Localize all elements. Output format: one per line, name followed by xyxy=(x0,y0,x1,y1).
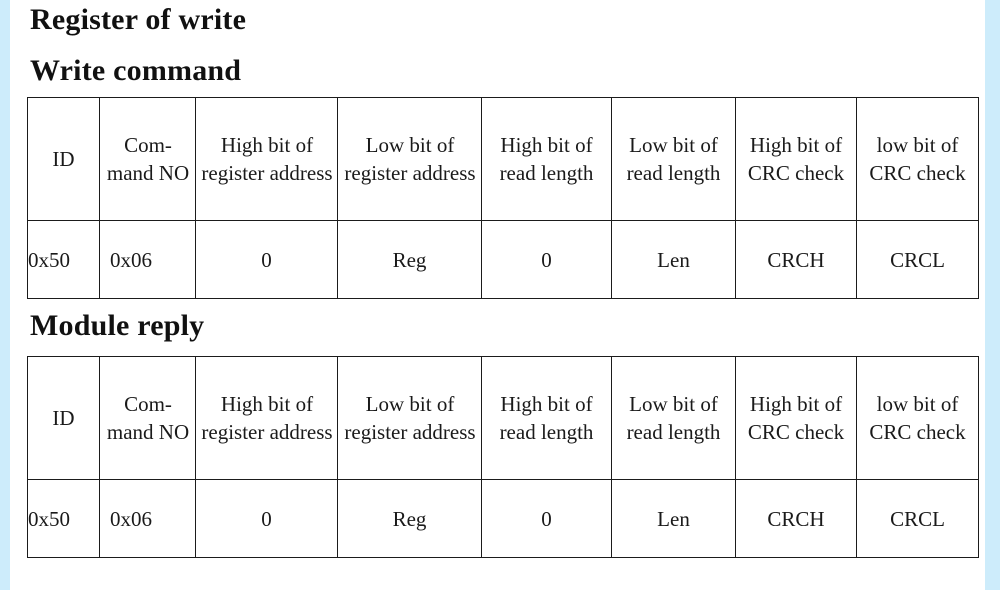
cell-read-len-low: Len xyxy=(611,479,736,558)
cell-read-len-high: 0 xyxy=(481,220,612,299)
cell-read-len-high: 0 xyxy=(481,479,612,558)
column-header-reg-addr-high: High bit of register address xyxy=(195,356,338,480)
column-header-id: ID xyxy=(27,97,100,221)
cell-reg-addr-high: 0 xyxy=(195,479,338,558)
cell-crc-high: CRCH xyxy=(735,220,857,299)
cell-read-len-low: Len xyxy=(611,220,736,299)
cell-crc-high: CRCH xyxy=(735,479,857,558)
page-title: Register of write xyxy=(30,3,247,36)
table-row: 0x50 0x06 0 Reg 0 Len CRCH CRCL xyxy=(27,479,979,558)
column-header-reg-addr-high: High bit of register address xyxy=(195,97,338,221)
column-header-crc-high: High bit of CRC check xyxy=(735,97,857,221)
write-command-table: ID Com-mand NO High bit of register addr… xyxy=(27,97,979,299)
column-header-reg-addr-low: Low bit of register address xyxy=(337,356,482,480)
column-header-id: ID xyxy=(27,356,100,480)
cell-reg-addr-low: Reg xyxy=(337,479,482,558)
cell-id: 0x50 xyxy=(27,220,100,299)
column-header-crc-high: High bit of CRC check xyxy=(735,356,857,480)
cell-id: 0x50 xyxy=(27,479,100,558)
table-header-row: ID Com-mand NO High bit of register addr… xyxy=(27,97,979,221)
column-header-read-len-low: Low bit of read length xyxy=(611,97,736,221)
cell-command-no: 0x06 xyxy=(99,220,196,299)
column-header-crc-low: low bit of CRC check xyxy=(856,356,979,480)
page-edge-strip-right xyxy=(985,0,1000,590)
column-header-read-len-high: High bit of read length xyxy=(481,356,612,480)
cell-command-no: 0x06 xyxy=(99,479,196,558)
page-edge-strip-left xyxy=(0,0,10,590)
column-header-read-len-low: Low bit of read length xyxy=(611,356,736,480)
cell-reg-addr-low: Reg xyxy=(337,220,482,299)
column-header-read-len-high: High bit of read length xyxy=(481,97,612,221)
cell-crc-low: CRCL xyxy=(856,479,979,558)
module-reply-table: ID Com-mand NO High bit of register addr… xyxy=(27,356,979,558)
column-header-command-no: Com-mand NO xyxy=(99,356,196,480)
column-header-crc-low: low bit of CRC check xyxy=(856,97,979,221)
column-header-reg-addr-low: Low bit of register address xyxy=(337,97,482,221)
cell-crc-low: CRCL xyxy=(856,220,979,299)
document-page: Register of write Write command ID Com-m… xyxy=(10,0,985,590)
table-row: 0x50 0x06 0 Reg 0 Len CRCH CRCL xyxy=(27,220,979,299)
column-header-command-no: Com-mand NO xyxy=(99,97,196,221)
section-heading-module-reply: Module reply xyxy=(30,309,205,342)
table-header-row: ID Com-mand NO High bit of register addr… xyxy=(27,356,979,480)
cell-reg-addr-high: 0 xyxy=(195,220,338,299)
section-heading-write-command: Write command xyxy=(30,54,242,87)
